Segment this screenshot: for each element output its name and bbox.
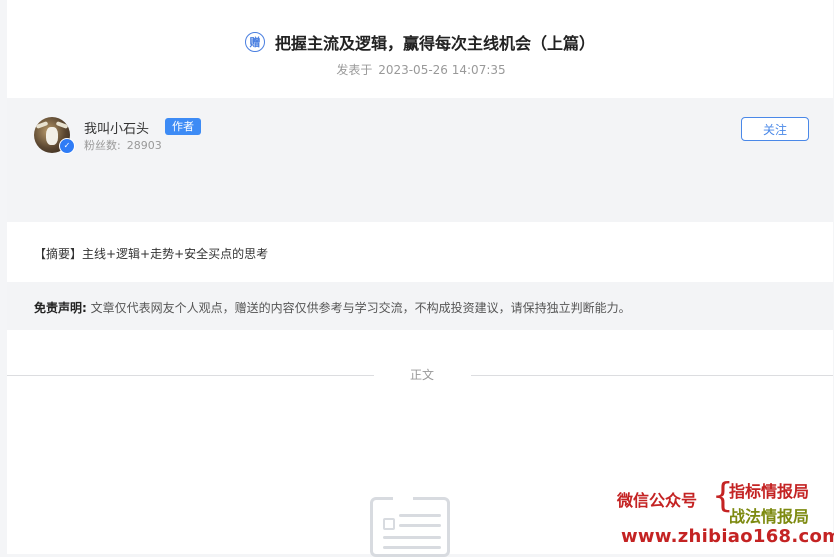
divider-left (7, 375, 374, 376)
zeng-badge-icon: 赠 (244, 32, 265, 52)
watermark-line1: 指标情报局 (729, 482, 810, 501)
author-tag: 作者 (165, 118, 201, 135)
watermark-label: 微信公众号 (617, 491, 698, 510)
author-name[interactable]: 我叫小石头 (84, 118, 149, 137)
publish-info: 发表于 2023-05-26 14:07:35 (7, 61, 833, 78)
article-card: 赠 把握主流及逻辑，赢得每次主线机会（上篇） 发表于 2023-05-26 14… (7, 0, 833, 557)
follow-button[interactable]: 关注 (741, 117, 809, 141)
disclaimer-label: 免责声明: (34, 301, 87, 315)
publish-prefix: 发表于 (336, 63, 373, 77)
watermark-url: www.zhibiao168.com (621, 526, 834, 547)
fans-info: 粉丝数: 28903 (84, 137, 162, 153)
verified-icon: ✓ (59, 138, 75, 154)
article-summary: 【摘要】主线+逻辑+走势+安全买点的思考 (34, 247, 269, 261)
watermark-line2: 战法情报局 (729, 507, 810, 526)
divider-right (471, 375, 833, 376)
fans-count: 28903 (126, 139, 162, 152)
publish-time: 2023-05-26 14:07:35 (378, 63, 506, 77)
watermark: 微信公众号 { 指标情报局 战法情报局 www.zhibiao168.com (617, 476, 834, 550)
body-divider-label: 正文 (410, 368, 435, 382)
article-header: 赠 把握主流及逻辑，赢得每次主线机会（上篇） (7, 30, 833, 54)
author-panel: ✓ 我叫小石头 作者 粉丝数: 28903 关注 (7, 98, 833, 222)
article-title: 把握主流及逻辑，赢得每次主线机会（上篇） (274, 34, 595, 53)
disclaimer-text: 文章仅代表网友个人观点，赠送的内容仅供参考与学习交流，不构成投资建议，请保持独立… (90, 301, 631, 315)
fans-label: 粉丝数: (84, 139, 121, 152)
disclaimer: 免责声明: 文章仅代表网友个人观点，赠送的内容仅供参考与学习交流，不构成投资建议… (34, 299, 631, 316)
disclaimer-panel: 免责声明: 文章仅代表网友个人观点，赠送的内容仅供参考与学习交流，不构成投资建议… (7, 282, 833, 330)
document-placeholder-icon (370, 497, 450, 557)
